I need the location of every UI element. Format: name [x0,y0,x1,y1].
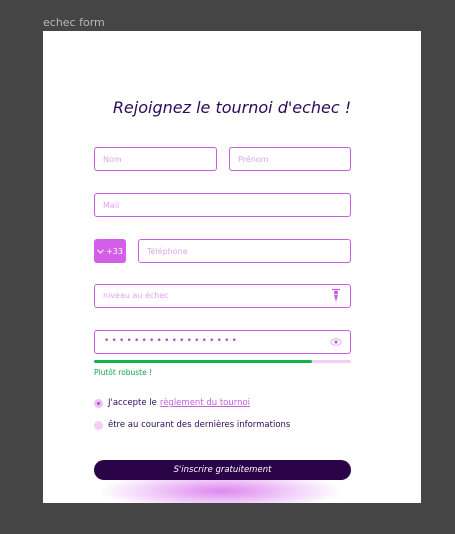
mail-input[interactable] [103,194,342,216]
country-code: +33 [106,246,123,256]
submit-button[interactable]: S'inscrire gratuitement [94,460,351,480]
chevron-down-icon [97,248,104,254]
phone-field[interactable] [138,239,351,263]
password-strength-label: Plutôt robuste ! [94,368,153,377]
newsletter-label: être au courant des dernières informatio… [108,420,291,430]
eye-icon[interactable] [330,337,342,347]
nom-input[interactable] [103,148,208,170]
chess-pawn-icon [332,288,340,302]
newsletter-radio[interactable] [94,420,103,430]
password-mask: •••••••••••••••••• [104,336,240,346]
password-field[interactable]: •••••••••••••••••• [94,330,351,354]
frame-label: echec form [43,16,105,29]
niveau-placeholder: niveau au échec [103,291,169,300]
registration-card: Rejoignez le tournoi d'echec ! +33 nivea… [43,31,421,503]
prenom-input[interactable] [238,148,342,170]
accept-radio[interactable] [94,398,103,408]
nom-field[interactable] [94,147,217,171]
niveau-select[interactable]: niveau au échec [94,284,351,308]
rules-link[interactable]: règlement du tournoi [160,398,250,408]
accept-label: J'accepte le [108,398,157,408]
mail-field[interactable] [94,193,351,217]
form-title: Rejoignez le tournoi d'echec ! [112,98,352,117]
password-strength-meter [94,360,351,363]
newsletter-row[interactable]: être au courant des dernières informatio… [94,419,290,431]
password-strength-fill [94,360,313,363]
prenom-field[interactable] [229,147,351,171]
accept-rules-row[interactable]: J'accepte le règlement du tournoi [94,397,250,409]
phone-input[interactable] [147,240,342,262]
country-code-select[interactable]: +33 [94,239,126,263]
